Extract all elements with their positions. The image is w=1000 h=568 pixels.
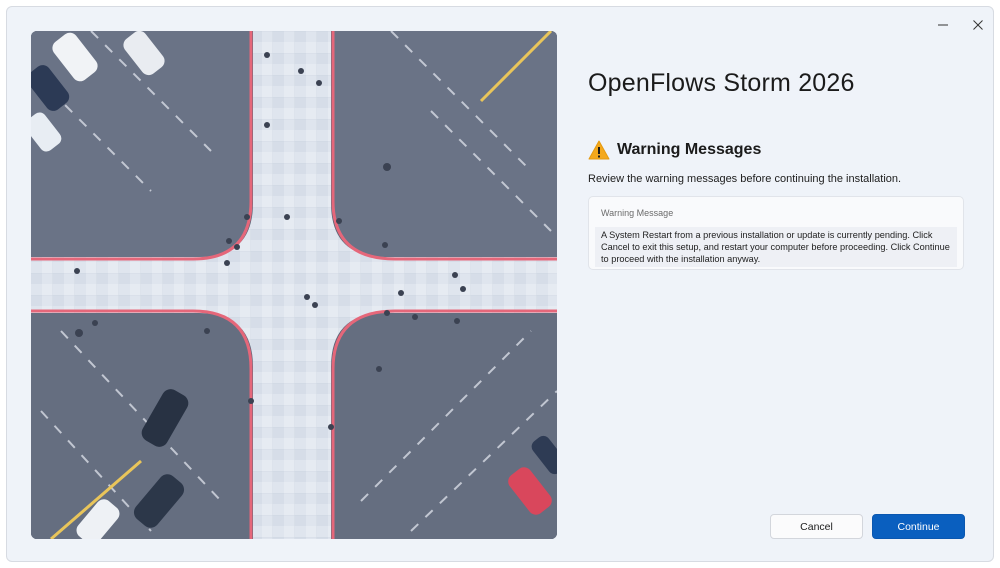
page-heading: Warning Messages	[617, 141, 762, 158]
installer-window: OpenFlows Storm 2026 Warning Messages Re…	[6, 6, 994, 562]
minimize-button[interactable]	[929, 13, 957, 37]
hero-image	[31, 31, 557, 539]
close-icon	[973, 20, 983, 30]
close-button[interactable]	[964, 13, 992, 37]
cancel-button[interactable]: Cancel	[770, 514, 863, 539]
warning-message-label: Warning Message	[601, 208, 674, 218]
aerial-intersection-image	[31, 31, 557, 539]
warning-icon	[588, 140, 610, 160]
warning-heading-row: Warning Messages	[588, 138, 761, 162]
continue-button[interactable]: Continue	[872, 514, 965, 539]
instruction-text: Review the warning messages before conti…	[588, 173, 902, 185]
product-title: OpenFlows Storm 2026	[588, 69, 855, 97]
minimize-icon	[938, 24, 948, 26]
warning-message-text: A System Restart from a previous install…	[595, 227, 957, 267]
warning-message-box[interactable]: Warning Message A System Restart from a …	[588, 196, 964, 270]
